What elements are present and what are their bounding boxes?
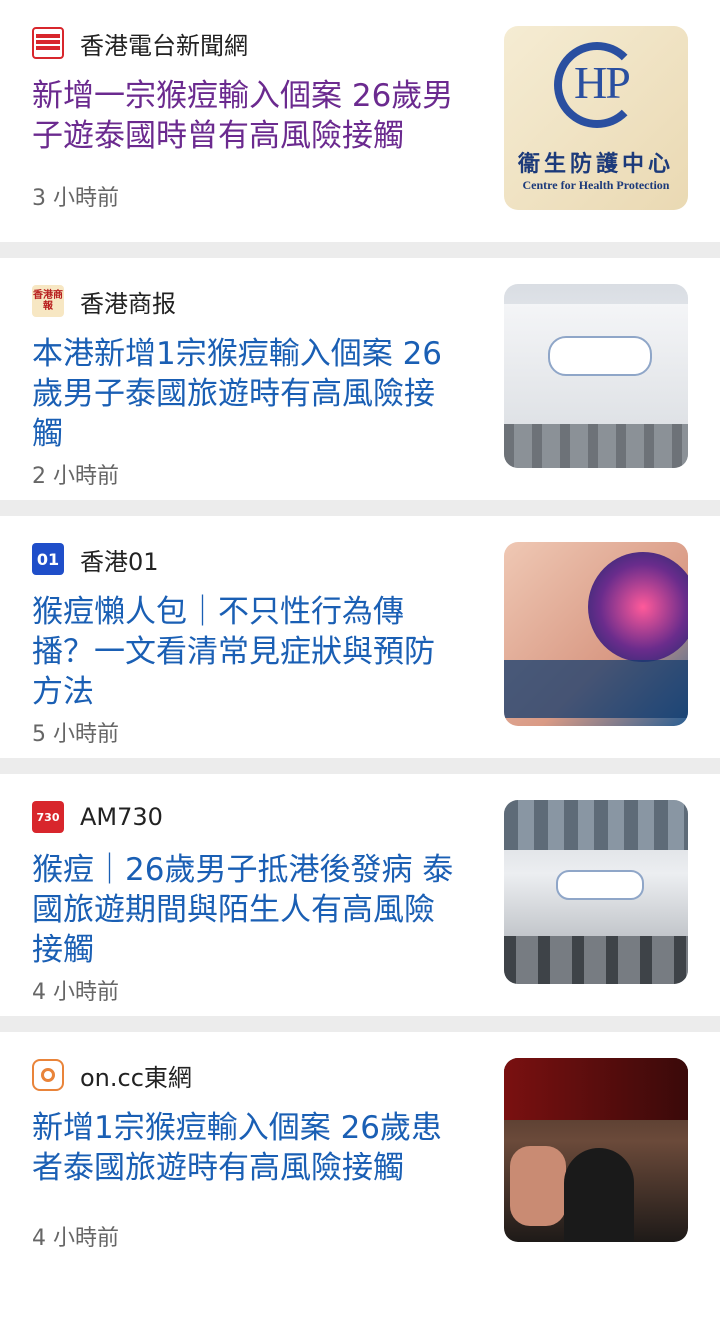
chp-name-en: Centre for Health Protection <box>522 178 670 192</box>
card-separator <box>0 758 720 774</box>
timestamp: 4 小時前 <box>32 1226 119 1251</box>
timestamp: 4 小時前 <box>32 980 119 1005</box>
source-name: on.cc東網 <box>80 1063 192 1092</box>
headline-link[interactable]: 猴痘｜26歲男子抵港後發病 泰國旅遊期間與陌生人有高風險接觸 <box>32 850 462 970</box>
chp-sign <box>548 336 652 376</box>
person-illustration <box>564 1148 634 1242</box>
source-name: 香港商报 <box>80 289 176 318</box>
chp-logo-letters: HP <box>574 57 631 108</box>
news-card[interactable]: 香港商報 香港商报 本港新增1宗猴痘輸入個案 26歲男子泰國旅遊時有高風險接觸 … <box>0 258 720 500</box>
source-name: 香港電台新聞網 <box>80 31 248 60</box>
headline-link[interactable]: 新增1宗猴痘輸入個案 26歲患者泰國旅遊時有高風險接觸 <box>32 1108 462 1188</box>
source-row: 01 香港01 <box>32 543 159 576</box>
rthk-logo-icon <box>32 27 64 59</box>
card-separator <box>0 500 720 516</box>
article-thumbnail[interactable] <box>504 800 688 984</box>
headline-link[interactable]: 本港新增1宗猴痘輸入個案 26歲男子泰國旅遊時有高風險接觸 <box>32 334 462 454</box>
chp-sign <box>556 870 644 900</box>
news-feed: 香港電台新聞網 新增一宗猴痘輸入個案 26歲男子遊泰國時曾有高風險接觸 3 小時… <box>0 0 720 1274</box>
headline-link[interactable]: 新增一宗猴痘輸入個案 26歲男子遊泰國時曾有高風險接觸 <box>32 76 462 156</box>
news-card[interactable]: on.cc東網 新增1宗猴痘輸入個案 26歲患者泰國旅遊時有高風險接觸 4 小時… <box>0 1032 720 1274</box>
news-card[interactable]: 01 香港01 猴痘懶人包｜不只性行為傳播？一文看清常見症狀與預防方法 5 小時… <box>0 516 720 758</box>
news-card[interactable]: 730 AM730 猴痘｜26歲男子抵港後發病 泰國旅遊期間與陌生人有高風險接觸… <box>0 774 720 1016</box>
oncc-logo-icon <box>32 1059 64 1091</box>
news-card[interactable]: 香港電台新聞網 新增一宗猴痘輸入個案 26歲男子遊泰國時曾有高風險接觸 3 小時… <box>0 0 720 242</box>
chp-name-zh: 衞生防護中心 <box>517 152 674 177</box>
virus-illustration <box>588 552 688 662</box>
source-row: on.cc東網 <box>32 1059 192 1092</box>
caption-band <box>504 660 688 718</box>
source-name: 香港01 <box>80 547 159 576</box>
thumbnail-title-banner <box>504 1058 688 1120</box>
timestamp: 2 小時前 <box>32 464 119 489</box>
source-row: 香港電台新聞網 <box>32 27 248 60</box>
source-name: AM730 <box>80 803 163 831</box>
am730-logo-icon: 730 <box>32 801 64 833</box>
article-thumbnail[interactable] <box>504 1058 688 1242</box>
source-row: 730 AM730 <box>32 801 163 833</box>
card-separator <box>0 1016 720 1032</box>
article-thumbnail[interactable] <box>504 542 688 726</box>
article-thumbnail[interactable]: HP 衞生防護中心 Centre for Health Protection <box>504 26 688 210</box>
card-separator <box>0 242 720 258</box>
timestamp: 5 小時前 <box>32 722 119 747</box>
source-row: 香港商報 香港商报 <box>32 285 176 318</box>
headline-link[interactable]: 猴痘懶人包｜不只性行為傳播？一文看清常見症狀與預防方法 <box>32 592 462 712</box>
article-thumbnail[interactable] <box>504 284 688 468</box>
timestamp: 3 小時前 <box>32 186 119 211</box>
hkcd-logo-icon: 香港商報 <box>32 285 64 317</box>
hk01-logo-icon: 01 <box>32 543 64 575</box>
